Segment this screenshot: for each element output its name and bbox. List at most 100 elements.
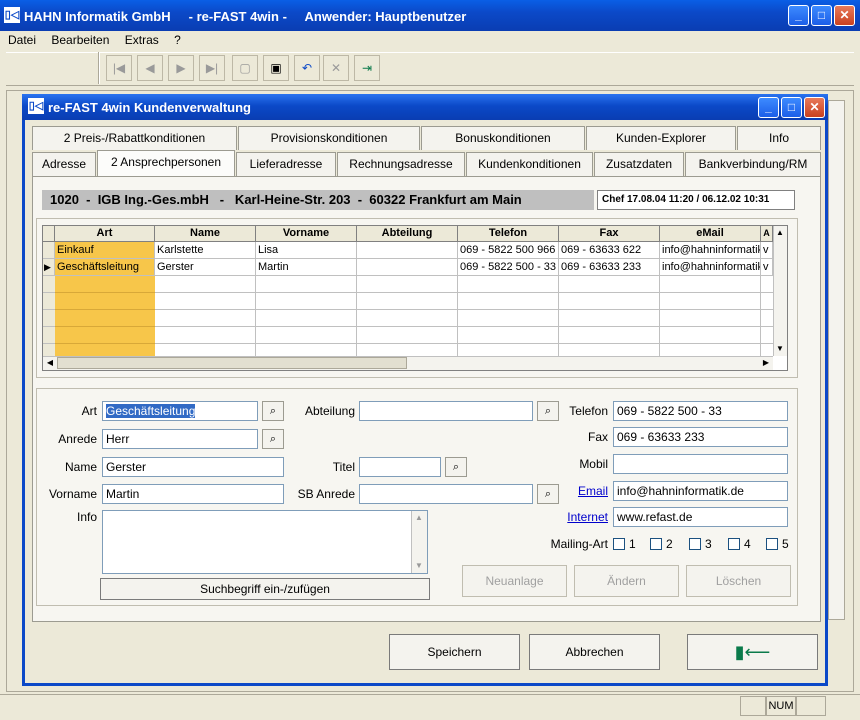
grid-header-abteilung[interactable]: Abteilung [357, 226, 458, 242]
grid-vertical-scrollbar[interactable] [773, 226, 787, 356]
vorname-field[interactable]: Martin [102, 484, 284, 504]
table-cell[interactable]: 069 - 63633 233 [559, 259, 660, 276]
row-indicator[interactable] [43, 242, 55, 259]
abteilung-lookup-icon[interactable]: ⌕ [537, 401, 559, 421]
table-cell[interactable]: Karlstette [155, 242, 256, 259]
table-cell[interactable]: v [761, 242, 773, 259]
save-disk-icon[interactable]: ▣ [263, 55, 289, 81]
table-cell[interactable]: 069 - 5822 500 966 [458, 242, 559, 259]
first-record-icon[interactable]: |◀ [106, 55, 132, 81]
delete-icon[interactable]: ✕ [323, 55, 349, 81]
table-cell[interactable]: v [761, 259, 773, 276]
table-cell[interactable] [357, 259, 458, 276]
anrede-field[interactable]: Herr [102, 429, 258, 449]
info-scroll-down-icon[interactable]: ▼ [411, 559, 427, 573]
telefon-field[interactable]: 069 - 5822 500 - 33 [613, 401, 788, 421]
tab-bonuskonditionen[interactable]: Bonuskonditionen [421, 126, 585, 150]
tab-kunden-explorer[interactable]: Kunden-Explorer [586, 126, 736, 150]
scroll-right-icon[interactable]: ▶ [759, 356, 773, 370]
menu-datei[interactable]: Datei [8, 33, 36, 47]
abbrechen-button[interactable]: Abbrechen [529, 634, 660, 670]
grid-header-name[interactable]: Name [155, 226, 256, 242]
speichern-button[interactable]: Speichern [389, 634, 520, 670]
new-document-icon[interactable]: ▢ [232, 55, 258, 81]
current-row-arrow-icon[interactable]: ▶ [43, 259, 55, 276]
titel-lookup-icon[interactable]: ⌕ [445, 457, 467, 477]
scroll-down-icon[interactable]: ▼ [773, 342, 787, 356]
grid-header-telefon[interactable]: Telefon [458, 226, 559, 242]
tab-bankverbindung[interactable]: Bankverbindung/RM [685, 152, 821, 176]
fax-field[interactable]: 069 - 63633 233 [613, 427, 788, 447]
titel-field[interactable] [359, 457, 441, 477]
minimize-icon[interactable]: _ [788, 5, 809, 26]
table-cell[interactable]: Lisa [256, 242, 357, 259]
table-cell[interactable]: 069 - 63633 622 [559, 242, 660, 259]
loeschen-button[interactable]: Löschen [686, 565, 791, 597]
anrede-lookup-icon[interactable]: ⌕ [262, 429, 284, 449]
tab-adresse[interactable]: Adresse [32, 152, 96, 176]
table-cell[interactable]: info@hahninformatik [660, 242, 761, 259]
menu-help[interactable]: ? [174, 33, 181, 47]
abteilung-field[interactable] [359, 401, 533, 421]
tab-kundenkonditionen[interactable]: Kundenkonditionen [466, 152, 593, 176]
grid-header-art[interactable]: Art [55, 226, 155, 242]
mailing-checkbox-3[interactable] [689, 538, 701, 550]
mailing-checkbox-2[interactable] [650, 538, 662, 550]
mailing-checkbox-1[interactable] [613, 538, 625, 550]
next-record-icon[interactable]: ▶ [168, 55, 194, 81]
maximize-icon[interactable]: □ [811, 5, 832, 26]
table-cell[interactable] [357, 242, 458, 259]
sb-anrede-lookup-icon[interactable]: ⌕ [537, 484, 559, 504]
dialog-minimize-icon[interactable]: _ [758, 97, 779, 118]
mobil-field[interactable] [613, 454, 788, 474]
aendern-button[interactable]: Ändern [574, 565, 679, 597]
mailing-checkbox-5[interactable] [766, 538, 778, 550]
table-cell[interactable]: 069 - 5822 500 - 33 [458, 259, 559, 276]
neuanlage-button[interactable]: Neuanlage [462, 565, 567, 597]
grid-header-a[interactable]: A [761, 226, 773, 242]
dialog-close-icon[interactable]: ✕ [804, 97, 825, 118]
mailing-checkbox-4[interactable] [728, 538, 740, 550]
art-field[interactable]: Geschäftsleitung [102, 401, 258, 421]
table-cell[interactable]: Martin [256, 259, 357, 276]
background-scrollbar[interactable] [828, 100, 845, 620]
name-field[interactable]: Gerster [102, 457, 284, 477]
info-textarea[interactable] [102, 510, 428, 574]
exit-door-icon[interactable]: ⇥ [354, 55, 380, 81]
tab-provisionskonditionen[interactable]: Provisionskonditionen [238, 126, 420, 150]
tab-info[interactable]: Info [737, 126, 821, 150]
tab-ansprechpersonen[interactable]: 2 Ansprechpersonen [97, 150, 235, 176]
tab-zusatzdaten[interactable]: Zusatzdaten [594, 152, 684, 176]
contacts-grid[interactable]: Art Name Vorname Abteilung Telefon Fax e… [42, 225, 788, 371]
tab-rechnungsadresse[interactable]: Rechnungsadresse [337, 152, 465, 176]
tab-preis-rabattkonditionen[interactable]: 2 Preis-/Rabattkonditionen [32, 126, 237, 150]
internet-link[interactable]: Internet [556, 507, 608, 527]
previous-record-icon[interactable]: ◀ [137, 55, 163, 81]
scroll-left-icon[interactable]: ◀ [43, 356, 57, 370]
undo-icon[interactable]: ↶ [294, 55, 320, 81]
table-cell[interactable]: Einkauf [55, 242, 155, 259]
tab-lieferadresse[interactable]: Lieferadresse [236, 152, 336, 176]
horizontal-scroll-thumb[interactable] [57, 357, 407, 369]
table-cell[interactable]: Gerster [155, 259, 256, 276]
exit-button[interactable]: ▮⟵ [687, 634, 818, 670]
suchbegriff-button[interactable]: Suchbegriff ein-/zufügen [100, 578, 430, 600]
info-scroll-up-icon[interactable]: ▲ [411, 511, 427, 525]
table-cell[interactable]: Geschäftsleitung [55, 259, 155, 276]
dialog-maximize-icon[interactable]: □ [781, 97, 802, 118]
table-cell[interactable]: info@hahninformatik [660, 259, 761, 276]
scroll-up-icon[interactable]: ▲ [773, 226, 787, 240]
sb-anrede-field[interactable] [359, 484, 533, 504]
grid-header-vorname[interactable]: Vorname [256, 226, 357, 242]
last-record-icon[interactable]: ▶| [199, 55, 225, 81]
art-value: Geschäftsleitung [106, 404, 196, 418]
email-link[interactable]: Email [560, 481, 608, 501]
email-field[interactable]: info@hahninformatik.de [613, 481, 788, 501]
menu-bearbeiten[interactable]: Bearbeiten [51, 33, 109, 47]
internet-field[interactable]: www.refast.de [613, 507, 788, 527]
grid-header-email[interactable]: eMail [660, 226, 761, 242]
art-lookup-icon[interactable]: ⌕ [262, 401, 284, 421]
grid-header-fax[interactable]: Fax [559, 226, 660, 242]
close-icon[interactable]: ✕ [834, 5, 855, 26]
menu-extras[interactable]: Extras [125, 33, 159, 47]
